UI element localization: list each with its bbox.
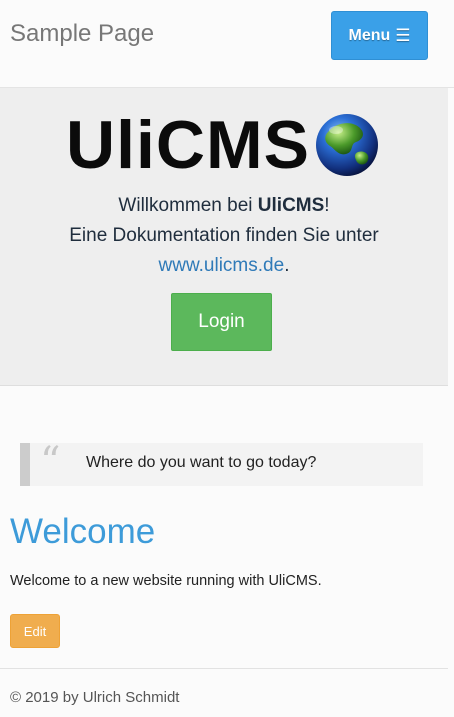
- jumbotron: UliCMS Willkommen bei UliCMS! Eine Dokum…: [0, 88, 448, 386]
- logo-text: UliCMS: [66, 107, 310, 183]
- documentation-link[interactable]: www.ulicms.de: [159, 255, 285, 276]
- edit-button[interactable]: Edit: [10, 614, 60, 648]
- globe-icon: [316, 114, 378, 176]
- welcome-text: Willkommen bei UliCMS! Eine Dokumentatio…: [0, 191, 448, 281]
- welcome-suffix: !: [324, 195, 330, 216]
- site-header: Sample Page Menu ☰: [0, 0, 454, 88]
- welcome-prefix: Willkommen bei: [118, 195, 258, 216]
- site-title[interactable]: Sample Page: [10, 20, 154, 48]
- hamburger-icon: ☰: [395, 25, 411, 45]
- quote-text: Where do you want to go today?: [86, 454, 317, 471]
- footer-divider: [0, 668, 448, 669]
- ulicms-logo: UliCMS: [66, 110, 380, 180]
- menu-button[interactable]: Menu ☰: [331, 11, 428, 60]
- quote-mark-icon: “: [40, 439, 61, 485]
- login-button[interactable]: Login: [171, 293, 272, 351]
- blockquote: “ Where do you want to go today?: [20, 439, 423, 486]
- footer-copyright: © 2019 by Ulrich Schmidt: [10, 689, 180, 706]
- page-paragraph: Welcome to a new website running with Ul…: [10, 573, 322, 589]
- documentation-line: Eine Dokumentation finden Sie unter: [69, 225, 379, 246]
- link-suffix: .: [284, 255, 290, 276]
- welcome-brand: UliCMS: [257, 195, 325, 216]
- menu-label: Menu: [348, 26, 391, 44]
- page-heading: Welcome: [10, 512, 156, 551]
